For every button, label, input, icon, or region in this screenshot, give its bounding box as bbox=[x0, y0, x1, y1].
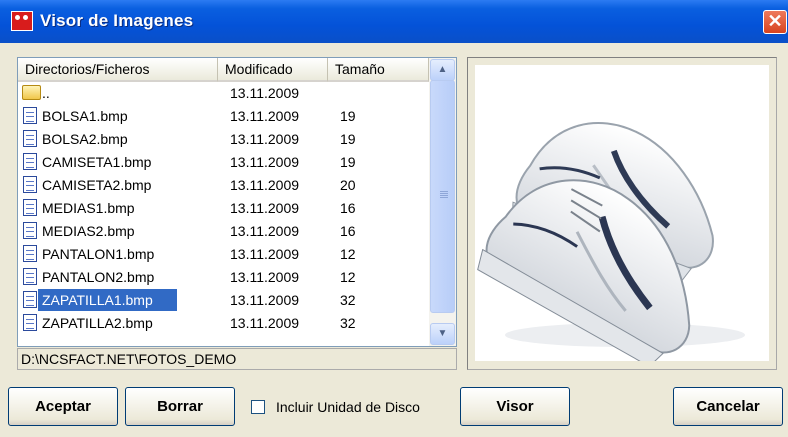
file-modified: 13.11.2009 bbox=[230, 269, 300, 285]
image-preview bbox=[475, 65, 769, 361]
table-row[interactable]: ZAPATILLA1.bmp 13.11.2009 32 bbox=[18, 289, 430, 311]
file-modified: 13.11.2009 bbox=[230, 108, 300, 124]
file-icon bbox=[23, 245, 37, 262]
file-name: MEDIAS1.bmp bbox=[42, 200, 135, 216]
file-name: BOLSA1.bmp bbox=[42, 108, 128, 124]
scroll-thumb[interactable] bbox=[430, 80, 455, 313]
file-modified: 13.11.2009 bbox=[230, 177, 300, 193]
scroll-up-button[interactable]: ▲ bbox=[430, 59, 455, 81]
file-icon bbox=[23, 176, 37, 193]
vertical-scrollbar[interactable]: ▲ ▼ bbox=[429, 58, 456, 346]
column-header-size[interactable]: Tamaño bbox=[328, 58, 429, 82]
sneakers-image bbox=[477, 122, 745, 361]
viewer-button[interactable]: Visor bbox=[460, 387, 570, 426]
image-viewer-dialog: Visor de Imagenes ✕ Directorios/Ficheros… bbox=[0, 0, 788, 437]
file-size: 16 bbox=[340, 200, 356, 216]
file-modified: 13.11.2009 bbox=[230, 292, 300, 308]
table-row[interactable]: .. 13.11.2009 bbox=[18, 82, 430, 104]
file-name: ZAPATILLA2.bmp bbox=[42, 315, 153, 331]
accept-button[interactable]: Aceptar bbox=[8, 387, 118, 426]
file-name: ZAPATILLA1.bmp bbox=[42, 292, 153, 308]
file-size: 32 bbox=[340, 315, 356, 331]
file-name: PANTALON2.bmp bbox=[42, 269, 155, 285]
window-title: Visor de Imagenes bbox=[40, 11, 194, 30]
delete-button[interactable]: Borrar bbox=[125, 387, 235, 426]
file-modified: 13.11.2009 bbox=[230, 154, 300, 170]
cancel-button[interactable]: Cancelar bbox=[673, 387, 783, 426]
table-row[interactable]: MEDIAS1.bmp 13.11.2009 16 bbox=[18, 197, 430, 219]
table-row[interactable]: BOLSA2.bmp 13.11.2009 19 bbox=[18, 128, 430, 150]
file-icon bbox=[23, 291, 37, 308]
file-name: MEDIAS2.bmp bbox=[42, 223, 135, 239]
table-row[interactable]: ZAPATILLA2.bmp 13.11.2009 32 bbox=[18, 312, 430, 334]
file-icon bbox=[23, 222, 37, 239]
include-drive-checkbox[interactable] bbox=[251, 400, 265, 414]
file-size: 19 bbox=[340, 154, 356, 170]
table-row[interactable]: MEDIAS2.bmp 13.11.2009 16 bbox=[18, 220, 430, 242]
table-row[interactable]: PANTALON1.bmp 13.11.2009 12 bbox=[18, 243, 430, 265]
file-icon bbox=[23, 153, 37, 170]
close-button[interactable]: ✕ bbox=[763, 10, 787, 34]
file-modified: 13.11.2009 bbox=[230, 200, 300, 216]
file-modified: 13.11.2009 bbox=[230, 223, 300, 239]
file-size: 16 bbox=[340, 223, 356, 239]
table-row[interactable]: BOLSA1.bmp 13.11.2009 19 bbox=[18, 105, 430, 127]
file-name: .. bbox=[42, 85, 50, 101]
file-size: 20 bbox=[340, 177, 356, 193]
file-icon bbox=[23, 314, 37, 331]
table-row[interactable]: CAMISETA2.bmp 13.11.2009 20 bbox=[18, 174, 430, 196]
file-name: BOLSA2.bmp bbox=[42, 131, 128, 147]
file-icon bbox=[23, 268, 37, 285]
column-header-modified[interactable]: Modificado bbox=[218, 58, 328, 82]
file-modified: 13.11.2009 bbox=[230, 85, 300, 101]
include-drive-label: Incluir Unidad de Disco bbox=[276, 399, 420, 415]
file-list[interactable]: Directorios/Ficheros Modificado Tamaño .… bbox=[17, 57, 457, 347]
file-size: 12 bbox=[340, 246, 356, 262]
file-size: 32 bbox=[340, 292, 356, 308]
column-header-name[interactable]: Directorios/Ficheros bbox=[18, 58, 218, 82]
current-path: D:\NCSFACT.NET\FOTOS_DEMO bbox=[17, 348, 457, 370]
file-name: CAMISETA2.bmp bbox=[42, 177, 152, 193]
file-size: 19 bbox=[340, 131, 356, 147]
file-icon bbox=[23, 130, 37, 147]
file-modified: 13.11.2009 bbox=[230, 315, 300, 331]
app-icon bbox=[11, 11, 33, 31]
file-size: 19 bbox=[340, 108, 356, 124]
folder-icon bbox=[22, 85, 41, 100]
file-name: CAMISETA1.bmp bbox=[42, 154, 152, 170]
file-modified: 13.11.2009 bbox=[230, 246, 300, 262]
image-preview-frame bbox=[467, 57, 777, 370]
file-icon bbox=[23, 107, 37, 124]
file-size: 12 bbox=[340, 269, 356, 285]
file-name: PANTALON1.bmp bbox=[42, 246, 155, 262]
table-row[interactable]: PANTALON2.bmp 13.11.2009 12 bbox=[18, 266, 430, 288]
file-modified: 13.11.2009 bbox=[230, 131, 300, 147]
grip-icon bbox=[440, 191, 448, 199]
table-row[interactable]: CAMISETA1.bmp 13.11.2009 19 bbox=[18, 151, 430, 173]
file-icon bbox=[23, 199, 37, 216]
title-bar[interactable]: Visor de Imagenes ✕ bbox=[0, 0, 788, 43]
scroll-down-button[interactable]: ▼ bbox=[430, 323, 455, 345]
